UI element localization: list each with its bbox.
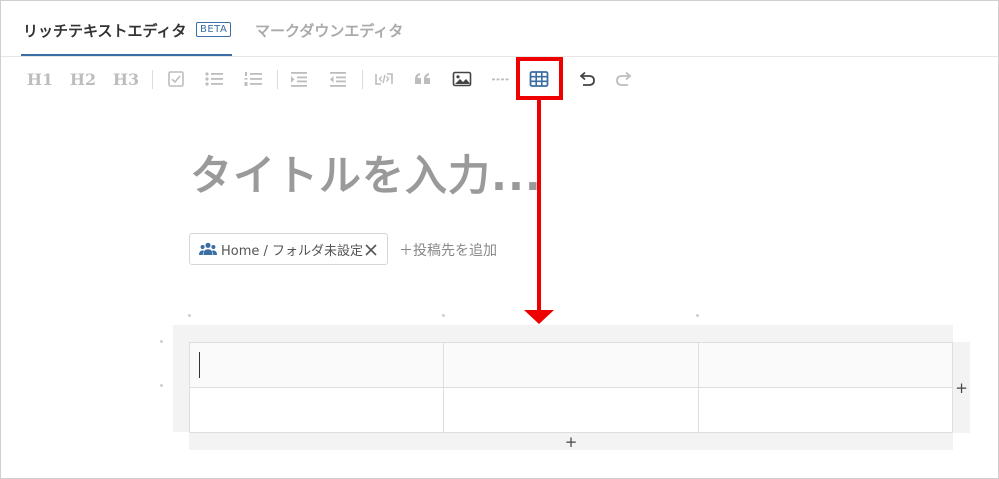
undo-button[interactable] [576, 66, 598, 92]
beta-badge: BETA [196, 22, 232, 37]
code-button[interactable] [373, 66, 395, 92]
column-handle-dot[interactable] [188, 314, 191, 317]
outdent-icon [330, 72, 346, 87]
editor-tabs: リッチテキストエディタ BETA マークダウンエディタ [1, 1, 998, 57]
table-row [188, 387, 954, 433]
add-column-button[interactable]: + [953, 342, 970, 433]
outdent-button[interactable] [327, 66, 349, 92]
table-cell[interactable] [188, 342, 445, 388]
bullet-list-button[interactable] [203, 66, 225, 92]
active-tab-indicator [21, 54, 232, 56]
table-cell[interactable] [443, 342, 699, 388]
toolbar-divider [362, 70, 363, 89]
toolbar-divider [152, 70, 153, 89]
quote-button[interactable] [412, 66, 434, 92]
formatting-toolbar: H1 H2 H3 [1, 58, 998, 100]
numbered-list-icon [244, 72, 262, 86]
numbered-list-button[interactable] [242, 66, 264, 92]
table-row [188, 342, 954, 388]
heading-2-button[interactable]: H2 [70, 66, 96, 92]
table-row-grip-bar[interactable] [173, 342, 189, 432]
bullet-list-icon [205, 72, 223, 86]
editor-window: リッチテキストエディタ BETA マークダウンエディタ H1 H2 H3 タイト… [0, 0, 999, 479]
add-row-button[interactable]: + [189, 433, 953, 451]
horizontal-rule-icon [492, 78, 509, 81]
redo-button[interactable] [613, 66, 635, 92]
quote-icon [415, 73, 430, 84]
toolbar-divider [277, 70, 278, 89]
annotation-arrow-head [524, 310, 554, 324]
column-handle-dot[interactable] [696, 314, 699, 317]
indent-icon [291, 72, 307, 87]
annotation-arrow-line [537, 100, 541, 311]
table-cell[interactable] [697, 342, 954, 388]
code-icon [375, 73, 393, 85]
editor-table [188, 342, 954, 433]
indent-button[interactable] [288, 66, 310, 92]
undo-icon [579, 71, 595, 86]
row-handle-dot[interactable] [160, 384, 163, 387]
tab-rich-text-editor[interactable]: リッチテキストエディタ [23, 20, 187, 41]
row-handle-dot[interactable] [160, 340, 163, 343]
text-caret [199, 352, 200, 378]
title-input[interactable] [190, 146, 690, 204]
redo-icon [616, 71, 632, 86]
tab-markdown-editor[interactable]: マークダウンエディタ [255, 20, 403, 41]
folder-chip[interactable]: Home / フォルダ未設定 [189, 233, 388, 265]
folder-chip-label: Home / フォルダ未設定 [221, 243, 364, 259]
checkbox-icon [168, 71, 184, 87]
users-icon [199, 242, 217, 255]
close-icon [365, 244, 377, 256]
table-cell[interactable] [443, 387, 699, 433]
table-cell[interactable] [188, 387, 445, 433]
horizontal-rule-button[interactable] [490, 66, 512, 92]
table-column-grip-bar[interactable] [173, 325, 953, 342]
add-destination-link[interactable]: ＋投稿先を追加 [399, 240, 497, 260]
table-button-highlight [516, 57, 563, 100]
heading-3-button[interactable]: H3 [113, 66, 139, 92]
column-handle-dot[interactable] [442, 314, 445, 317]
table-cell[interactable] [697, 387, 954, 433]
image-icon [452, 71, 472, 87]
image-button[interactable] [451, 66, 473, 92]
folder-chip-remove-button[interactable] [364, 242, 378, 261]
checkbox-button[interactable] [165, 66, 187, 92]
heading-1-button[interactable]: H1 [27, 66, 53, 92]
